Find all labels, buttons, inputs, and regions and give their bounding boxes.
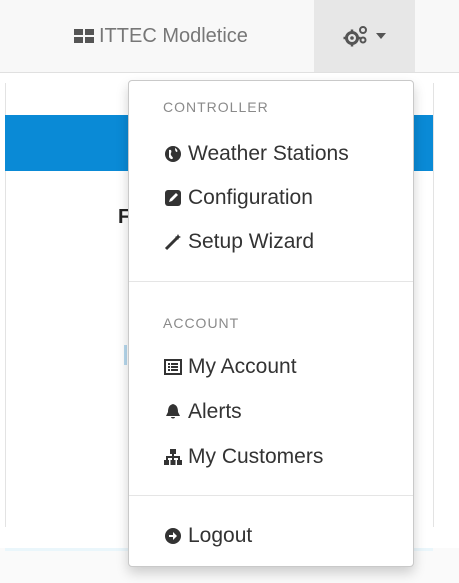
list-alt-icon — [164, 359, 182, 375]
caret-down-icon — [375, 33, 386, 39]
menu-divider — [129, 495, 413, 496]
menu-item-label: Logout — [188, 524, 253, 547]
menu-item-label: My Account — [188, 355, 297, 378]
th-large-icon — [74, 29, 94, 43]
obscured-element-fragment — [124, 345, 127, 365]
menu-item-label: Alerts — [188, 400, 242, 423]
menu-item-label: My Customers — [188, 445, 324, 468]
section-header-controller: CONTROLLER — [163, 99, 269, 115]
menu-item-label: Weather Stations — [188, 142, 349, 165]
section-header-account: ACCOUNT — [163, 315, 240, 331]
bell-icon — [166, 404, 180, 419]
settings-dropdown-menu: CONTROLLER Weather Stations Configuratio… — [128, 80, 414, 567]
menu-divider — [129, 281, 413, 282]
menu-item-label: Configuration — [188, 186, 313, 209]
menu-item-alerts[interactable]: Alerts — [163, 397, 242, 427]
menu-item-configuration[interactable]: Configuration — [163, 183, 313, 213]
cogs-icon — [343, 26, 367, 47]
settings-dropdown-toggle[interactable] — [314, 0, 415, 72]
menu-item-logout[interactable]: Logout — [163, 521, 252, 551]
edit-icon — [165, 190, 181, 206]
menu-item-my-account[interactable]: My Account — [163, 352, 297, 382]
brand-link[interactable]: ITTEC Modletice — [73, 24, 248, 48]
menu-item-my-customers[interactable]: My Customers — [163, 442, 323, 472]
top-navbar: ITTEC Modletice — [0, 0, 459, 73]
brand-label: ITTEC Modletice — [99, 24, 248, 47]
arrow-circle-right-icon — [165, 528, 181, 544]
magic-wand-icon — [164, 234, 181, 251]
menu-item-label: Setup Wizard — [188, 230, 315, 253]
globe-icon — [165, 146, 181, 162]
menu-item-weather-stations[interactable]: Weather Stations — [163, 139, 349, 169]
sitemap-icon — [164, 449, 182, 465]
menu-item-setup-wizard[interactable]: Setup Wizard — [163, 227, 314, 257]
